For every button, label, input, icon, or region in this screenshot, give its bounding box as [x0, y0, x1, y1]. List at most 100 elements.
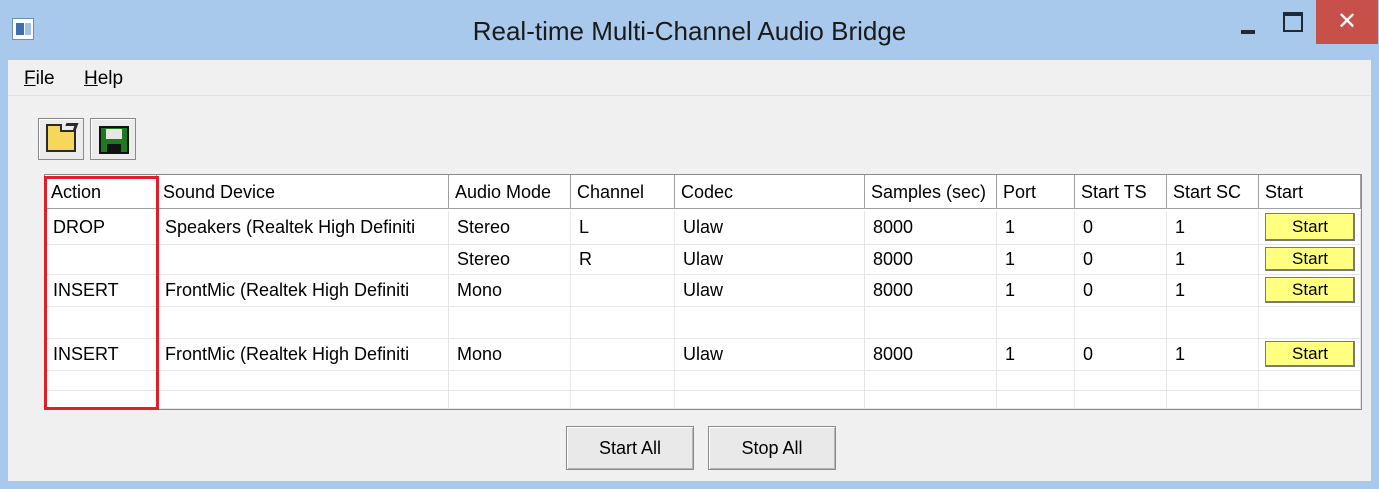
column-header-samples[interactable]: Samples (sec): [865, 175, 997, 209]
cell-text-port: 1: [1005, 344, 1016, 364]
cell-text-action: INSERT: [53, 344, 119, 364]
row-start-button[interactable]: Start: [1265, 277, 1355, 303]
cell-port: 1: [997, 275, 1075, 307]
cell-channel: [571, 275, 675, 307]
column-header-audio-mode[interactable]: Audio Mode: [449, 175, 571, 209]
cell-start: Start: [1259, 211, 1361, 245]
cell-start-ts: 0: [1075, 339, 1167, 371]
cell-action: DROP: [45, 211, 157, 245]
cell-action: INSERT: [45, 339, 157, 371]
cell-start-sc: 1: [1167, 211, 1259, 245]
cell-text-start-ts: 0: [1083, 344, 1094, 364]
cell-start-sc: 1: [1167, 245, 1259, 275]
cell-codec: [675, 391, 865, 409]
folder-open-icon: [46, 124, 76, 152]
stop-all-button[interactable]: Stop All: [708, 426, 836, 470]
menu-help-accel: H: [84, 68, 98, 89]
cell-channel: [571, 391, 675, 409]
table-row[interactable]: INSERT FrontMic (Realtek High Definiti Mon…: [45, 275, 1361, 307]
cell-start: Start: [1259, 275, 1361, 307]
menu-help-label: elp: [97, 68, 124, 89]
cell-text-start-ts: 0: [1083, 217, 1094, 237]
table-row[interactable]: INSERT FrontMic (Realtek High Definiti Mon…: [45, 339, 1361, 371]
menu-file[interactable]: File: [24, 66, 55, 92]
cell-sound-device: [157, 391, 449, 409]
column-header-action[interactable]: Action: [45, 175, 157, 209]
menu-file-label: ile: [35, 68, 55, 89]
maximize-button[interactable]: [1272, 0, 1312, 44]
cell-audio-mode: [449, 391, 571, 409]
floppy-disk-icon: [99, 126, 129, 154]
cell-samples: [865, 391, 997, 409]
cell-start: [1259, 371, 1361, 391]
save-button[interactable]: [90, 118, 136, 160]
cell-audio-mode: Mono: [449, 339, 571, 371]
cell-start-ts: [1075, 371, 1167, 391]
cell-sound-device: FrontMic (Realtek High Definiti: [157, 339, 449, 371]
cell-text-action: INSERT: [53, 280, 119, 300]
cell-audio-mode: Stereo: [449, 211, 571, 245]
cell-text-sound-device: FrontMic (Realtek High Definiti: [165, 280, 410, 300]
cell-sound-device: Speakers (Realtek High Definiti: [157, 211, 449, 245]
cell-text-audio-mode: Mono: [457, 344, 503, 364]
cell-audio-mode: [449, 307, 571, 339]
cell-samples: 8000: [865, 339, 997, 371]
title-bar: Real-time Multi-Channel Audio Bridge ✕: [0, 0, 1379, 60]
cell-start: Start: [1259, 245, 1361, 275]
cell-text-codec: Ulaw: [683, 249, 724, 269]
cell-text-start-sc: 1: [1175, 280, 1186, 300]
cell-text-start-sc: 1: [1175, 249, 1186, 269]
cell-start-sc: 1: [1167, 339, 1259, 371]
column-header-codec[interactable]: Codec: [675, 175, 865, 209]
column-header-start[interactable]: Start: [1259, 175, 1361, 209]
cell-start: Start: [1259, 339, 1361, 371]
cell-codec: Ulaw: [675, 245, 865, 275]
table-row[interactable]: [45, 371, 1361, 391]
minimize-button[interactable]: [1228, 0, 1268, 44]
table-row[interactable]: [45, 391, 1361, 409]
cell-action: [45, 371, 157, 391]
table-row[interactable]: DROP Speakers (Realtek High Definiti Stere…: [45, 211, 1361, 245]
cell-text-sound-device: FrontMic (Realtek High Definiti: [165, 344, 410, 364]
cell-channel: [571, 371, 675, 391]
close-button[interactable]: ✕: [1316, 0, 1378, 44]
cell-start: [1259, 307, 1361, 339]
cell-action: [45, 245, 157, 275]
cell-text-channel: L: [579, 217, 590, 237]
column-header-port[interactable]: Port: [997, 175, 1075, 209]
cell-samples: 8000: [865, 245, 997, 275]
column-header-sound-device[interactable]: Sound Device: [157, 175, 449, 209]
open-button[interactable]: [38, 118, 84, 160]
cell-text-action: DROP: [53, 217, 106, 237]
row-start-button[interactable]: Start: [1265, 247, 1355, 271]
cell-start-sc: [1167, 307, 1259, 339]
table-header: Action Sound Device Audio Mode Channel Codec…: [45, 175, 1361, 209]
cell-text-start-sc: 1: [1175, 217, 1186, 237]
cell-start-sc: [1167, 371, 1259, 391]
cell-sound-device: [157, 245, 449, 275]
cell-port: [997, 307, 1075, 339]
cell-samples: 8000: [865, 211, 997, 245]
folder-arrow-icon: [63, 123, 79, 131]
cell-text-start-ts: 0: [1083, 280, 1094, 300]
cell-audio-mode: [449, 371, 571, 391]
row-start-button[interactable]: Start: [1265, 213, 1355, 241]
column-header-start-sc[interactable]: Start SC: [1167, 175, 1259, 209]
cell-audio-mode: Stereo: [449, 245, 571, 275]
menu-bar: File Help: [8, 60, 1371, 96]
cell-text-codec: Ulaw: [683, 280, 724, 300]
cell-text-channel: R: [579, 249, 592, 269]
app-window: Real-time Multi-Channel Audio Bridge ✕ F…: [0, 0, 1379, 489]
cell-port: 1: [997, 245, 1075, 275]
menu-help[interactable]: Help: [84, 66, 123, 92]
table-row[interactable]: Stereo R Ulaw 8000 1 0 1 Start: [45, 245, 1361, 275]
table-row[interactable]: [45, 307, 1361, 339]
cell-sound-device: [157, 307, 449, 339]
cell-text-start-ts: 0: [1083, 249, 1094, 269]
row-start-button[interactable]: Start: [1265, 341, 1355, 367]
start-all-button[interactable]: Start All: [566, 426, 694, 470]
column-header-channel[interactable]: Channel: [571, 175, 675, 209]
cell-start-ts: 0: [1075, 211, 1167, 245]
cell-start-ts: 0: [1075, 275, 1167, 307]
column-header-start-ts[interactable]: Start TS: [1075, 175, 1167, 209]
